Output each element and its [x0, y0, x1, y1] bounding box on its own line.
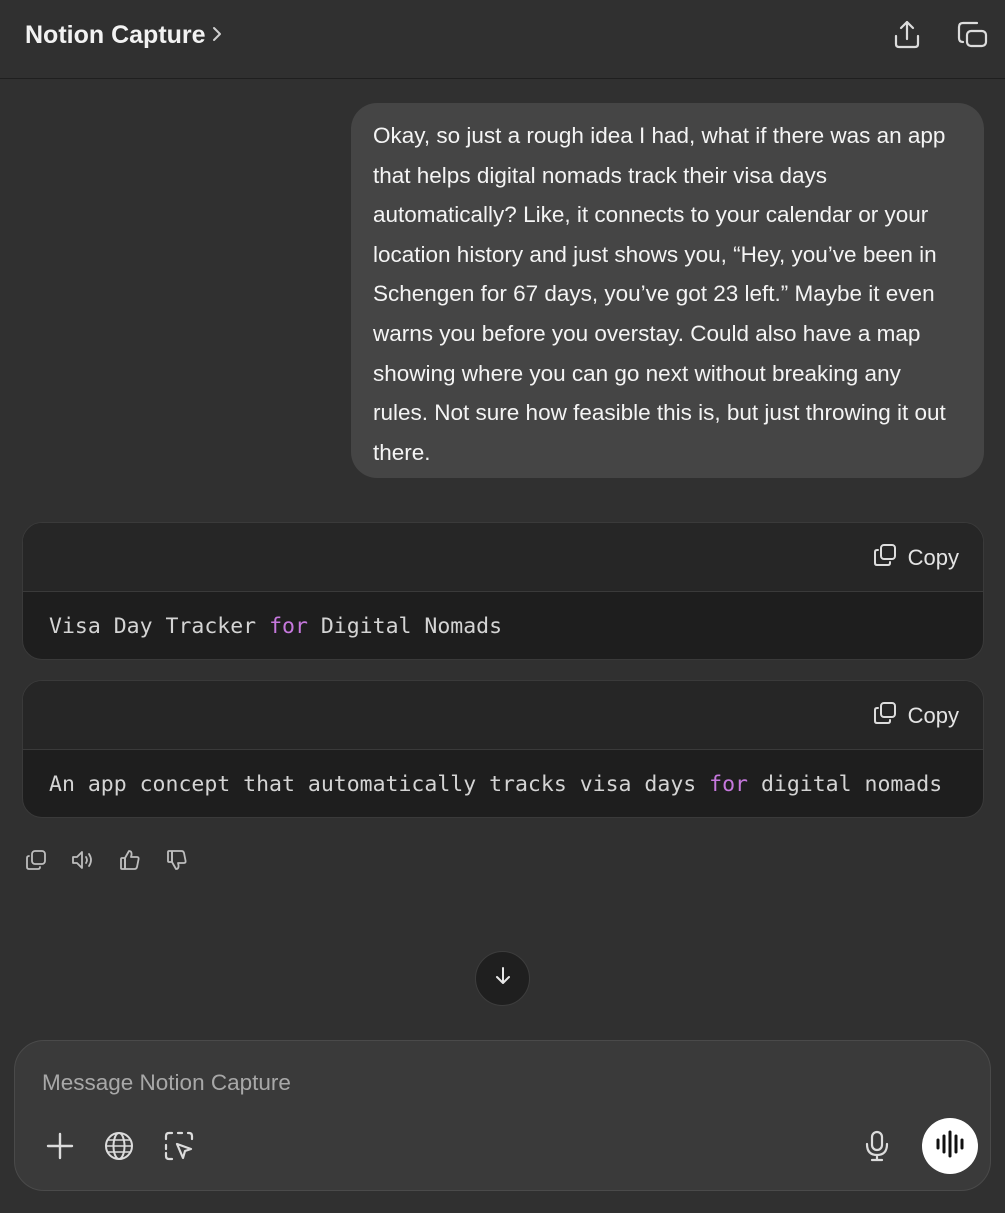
screen-select-icon[interactable] — [160, 1127, 198, 1165]
message-composer — [14, 1040, 991, 1191]
copy-label: Copy — [907, 703, 959, 728]
user-message-bubble: Okay, so just a rough idea I had, what i… — [351, 103, 984, 478]
copy-icon — [872, 700, 898, 732]
code-block-header: Copy — [23, 523, 983, 592]
plus-icon[interactable] — [41, 1127, 79, 1165]
code-keyword: for — [709, 772, 748, 797]
code-content: An app concept that automatically tracks… — [23, 750, 983, 817]
chat-title-button[interactable]: Notion Capture — [25, 18, 224, 52]
copy-icon[interactable] — [22, 846, 50, 874]
microphone-icon[interactable] — [858, 1127, 896, 1165]
read-aloud-icon[interactable] — [69, 846, 97, 874]
code-text: An app concept that automatically tracks… — [49, 772, 710, 797]
code-keyword: for — [269, 614, 308, 639]
copy-code-button[interactable]: Copy — [872, 701, 959, 731]
chevron-right-icon — [210, 18, 224, 52]
code-text: Visa Day Tracker — [49, 614, 270, 639]
code-content: Visa Day Tracker for Digital Nomads — [23, 592, 983, 659]
globe-icon[interactable] — [100, 1127, 138, 1165]
arrow-down-icon — [493, 965, 513, 992]
code-text: Digital Nomads — [307, 614, 503, 639]
scroll-to-bottom-button[interactable] — [475, 951, 530, 1006]
voice-mode-icon — [934, 1130, 966, 1163]
message-actions — [22, 846, 191, 874]
copy-code-button[interactable]: Copy — [872, 543, 959, 573]
copy-icon — [872, 542, 898, 574]
message-input[interactable] — [42, 1067, 942, 1099]
new-window-icon[interactable] — [954, 16, 990, 52]
code-text: digital nomads — [748, 772, 943, 797]
thumbs-down-icon[interactable] — [163, 846, 191, 874]
top-bar: Notion Capture — [0, 0, 1005, 79]
share-icon[interactable] — [889, 16, 925, 52]
code-block-title: Copy Visa Day Tracker for Digital Nomads — [22, 522, 984, 660]
code-block-header: Copy — [23, 681, 983, 750]
copy-label: Copy — [907, 545, 959, 570]
thumbs-up-icon[interactable] — [116, 846, 144, 874]
code-block-description: Copy An app concept that automatically t… — [22, 680, 984, 818]
chat-title: Notion Capture — [25, 21, 206, 49]
voice-mode-button[interactable] — [922, 1118, 978, 1174]
